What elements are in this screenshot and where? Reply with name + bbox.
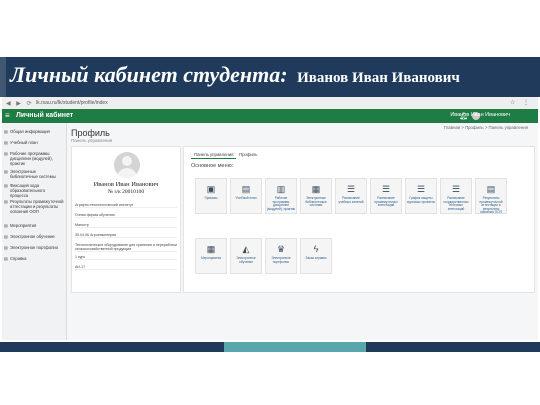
main-content: Профиль Панель управления Главная > Проф…: [67, 123, 538, 340]
portal-screenshot: ◀ ▶ ⟳ lk.rsau.ru/lk/student/profile/inde…: [2, 97, 538, 340]
tab-profile[interactable]: Профиль: [236, 151, 261, 158]
sidebar-item-elearning[interactable]: ▤ Электронное обучение: [4, 234, 64, 239]
tile-label: Заказ справок: [305, 256, 327, 260]
profile-avatar-icon: [114, 152, 140, 178]
tile-label: Электронное портфолио: [271, 256, 291, 264]
tile-portfolio[interactable]: ♛ Электронное портфолио: [265, 238, 297, 274]
profile-card: Иванов Иван Иванович № з/к 20010100 Агра…: [71, 146, 181, 293]
profile-row: Технологическое оборудование для хранени…: [75, 243, 177, 253]
plan-icon: ▤: [241, 184, 251, 194]
tile-label: Расписание промежуточных аттестаций: [374, 196, 398, 208]
library-icon: ▦: [311, 184, 321, 194]
tile-label: Электронные библиотечные системы: [305, 196, 327, 208]
page-title: Профиль: [71, 128, 110, 138]
tile-label: График защиты курсовых проектов: [407, 196, 435, 204]
portfolio-icon: ♛: [276, 244, 286, 254]
tile-coursework[interactable]: ☰ График защиты курсовых проектов: [405, 178, 437, 214]
profile-row: Очная форма обучения: [75, 213, 177, 219]
sidebar: ▤ Общая информация ▤ Учебный план ▤ Рабочие…: [2, 123, 67, 340]
tile-label: Учебный план: [235, 196, 257, 200]
elearning-icon: ◭: [242, 244, 250, 254]
sidebar-item-portfolio[interactable]: ▤ Электронное портфолио: [4, 245, 64, 250]
browser-nav-icons[interactable]: ◀ ▶ ⟳: [6, 100, 34, 107]
main-menu-heading: Основное меню:: [191, 163, 234, 169]
events-icon: ▦: [206, 244, 216, 254]
sidebar-item-label: Рабочие программы дисциплин (модулей), п…: [10, 151, 53, 166]
profile-row: 35.04.06 Агроинженерия: [75, 233, 177, 239]
sidebar-item-help[interactable]: ▤ Справка: [4, 256, 64, 261]
profile-row: Магистр: [75, 223, 177, 229]
sidebar-item-programs[interactable]: ▤ Рабочие программы дисциплин (модулей), …: [4, 151, 64, 166]
tab-dashboard[interactable]: Панель управления: [191, 151, 237, 159]
tile-events[interactable]: ▦ Мероприятия: [195, 238, 227, 274]
results-icon: ▤: [486, 184, 496, 194]
schedule-icon: ☰: [346, 184, 356, 194]
slide-title-text: Личный кабинет студента:: [10, 62, 288, 87]
tile-schedule[interactable]: ☰ Расписание учебных занятий: [335, 178, 367, 214]
dashboard-panel: Панель управления Профиль Основное меню:…: [183, 146, 535, 293]
address-bar[interactable]: lk.rsau.ru/lk/student/profile/index: [36, 99, 286, 107]
breadcrumb[interactable]: Главная > Профиль > Панель управления: [444, 125, 528, 130]
sidebar-item-general[interactable]: ▤ Общая информация: [4, 129, 64, 134]
sidebar-item-label: Результаты промежуточной аттестации и ре…: [10, 199, 64, 214]
orders-icon: ▣: [206, 184, 216, 194]
sidebar-item-label: Общая информация: [10, 129, 50, 134]
sidebar-item-events[interactable]: ▤ Мероприятия: [4, 223, 64, 228]
tile-label: Приказы: [204, 196, 218, 200]
tile-label: Электронное обучение: [236, 256, 256, 264]
coursework-icon: ☰: [416, 184, 426, 194]
profile-row: Аграрно-технологический институт: [75, 203, 177, 209]
tile-orders[interactable]: ▣ Приказы: [195, 178, 227, 214]
sidebar-item-library[interactable]: ▤ Электронные библиотечные системы: [4, 169, 64, 179]
tile-certificates[interactable]: ϟ Заказ справок: [300, 238, 332, 274]
slide-title-student-name: Иванов Иван Иванович: [297, 70, 460, 86]
profile-row: АИ-17: [75, 265, 177, 271]
exam-schedule-icon: ☰: [381, 184, 391, 194]
app-title: Личный кабинет: [16, 112, 74, 119]
tile-exam-schedule[interactable]: ☰ Расписание промежуточных аттестаций: [370, 178, 402, 214]
tile-library[interactable]: ▦ Электронные библиотечные системы: [300, 178, 332, 214]
tile-label: Рабочие программы дисциплин (модулей), п…: [267, 196, 295, 211]
tile-plan[interactable]: ▤ Учебный план: [230, 178, 262, 214]
tile-gia[interactable]: ☰ Расписание государственных итоговых атт…: [440, 178, 472, 214]
tile-elearning[interactable]: ◭ Электронное обучение: [230, 238, 262, 274]
tile-results[interactable]: ▤ Результаты промежуточной аттестации и р…: [475, 178, 507, 214]
certificate-icon: ϟ: [313, 244, 319, 254]
app-header: ≡ Личный кабинет 🔔︎ Иванов Иван Иванович: [2, 109, 538, 123]
sidebar-item-label: Электронное портфолио: [10, 245, 59, 250]
sidebar-item-plan[interactable]: ▤ Учебный план: [4, 140, 64, 145]
user-name[interactable]: Иванов Иван Иванович: [450, 112, 510, 118]
page-subtitle: Панель управления: [71, 138, 113, 143]
hamburger-icon[interactable]: ≡: [5, 111, 10, 120]
sidebar-item-label: Справка: [10, 256, 27, 261]
tile-label: Расписание государственных итоговых атте…: [443, 196, 469, 211]
slide-title: Личный кабинет студента: Иванов Иван Ива…: [10, 62, 460, 88]
sidebar-item-label: Электронные библиотечные системы: [10, 169, 56, 179]
footer-dark-segment: [366, 342, 540, 352]
gia-icon: ☰: [451, 184, 461, 194]
profile-record-number: № з/к 20010100: [107, 189, 145, 195]
footer-teal-segment: [224, 342, 366, 352]
sidebar-item-results[interactable]: ▤ Результаты промежуточной аттестации и р…: [4, 199, 64, 214]
sidebar-item-label: Фиксация хода образовательного процесса: [10, 183, 46, 198]
tile-label: Мероприятия: [201, 256, 221, 260]
profile-name: Иванов Иван Иванович: [93, 181, 159, 188]
browser-menu-icons[interactable]: ☆ ⋮: [510, 99, 532, 106]
sidebar-item-process[interactable]: ▤ Фиксация хода образовательного процесса: [4, 183, 64, 198]
sidebar-item-label: Мероприятия: [10, 223, 37, 228]
tile-label: Расписание учебных занятий: [338, 196, 364, 204]
sidebar-item-label: Учебный план: [10, 140, 38, 145]
tile-programs[interactable]: ▥ Рабочие программы дисциплин (модулей), …: [265, 178, 297, 214]
programs-icon: ▥: [276, 184, 286, 194]
profile-row: 1 курс: [75, 255, 177, 261]
sidebar-item-label: Электронное обучение: [10, 234, 55, 239]
tile-label: Результаты промежуточной аттестации и ре…: [479, 196, 503, 215]
slide-title-accent: [0, 57, 6, 97]
